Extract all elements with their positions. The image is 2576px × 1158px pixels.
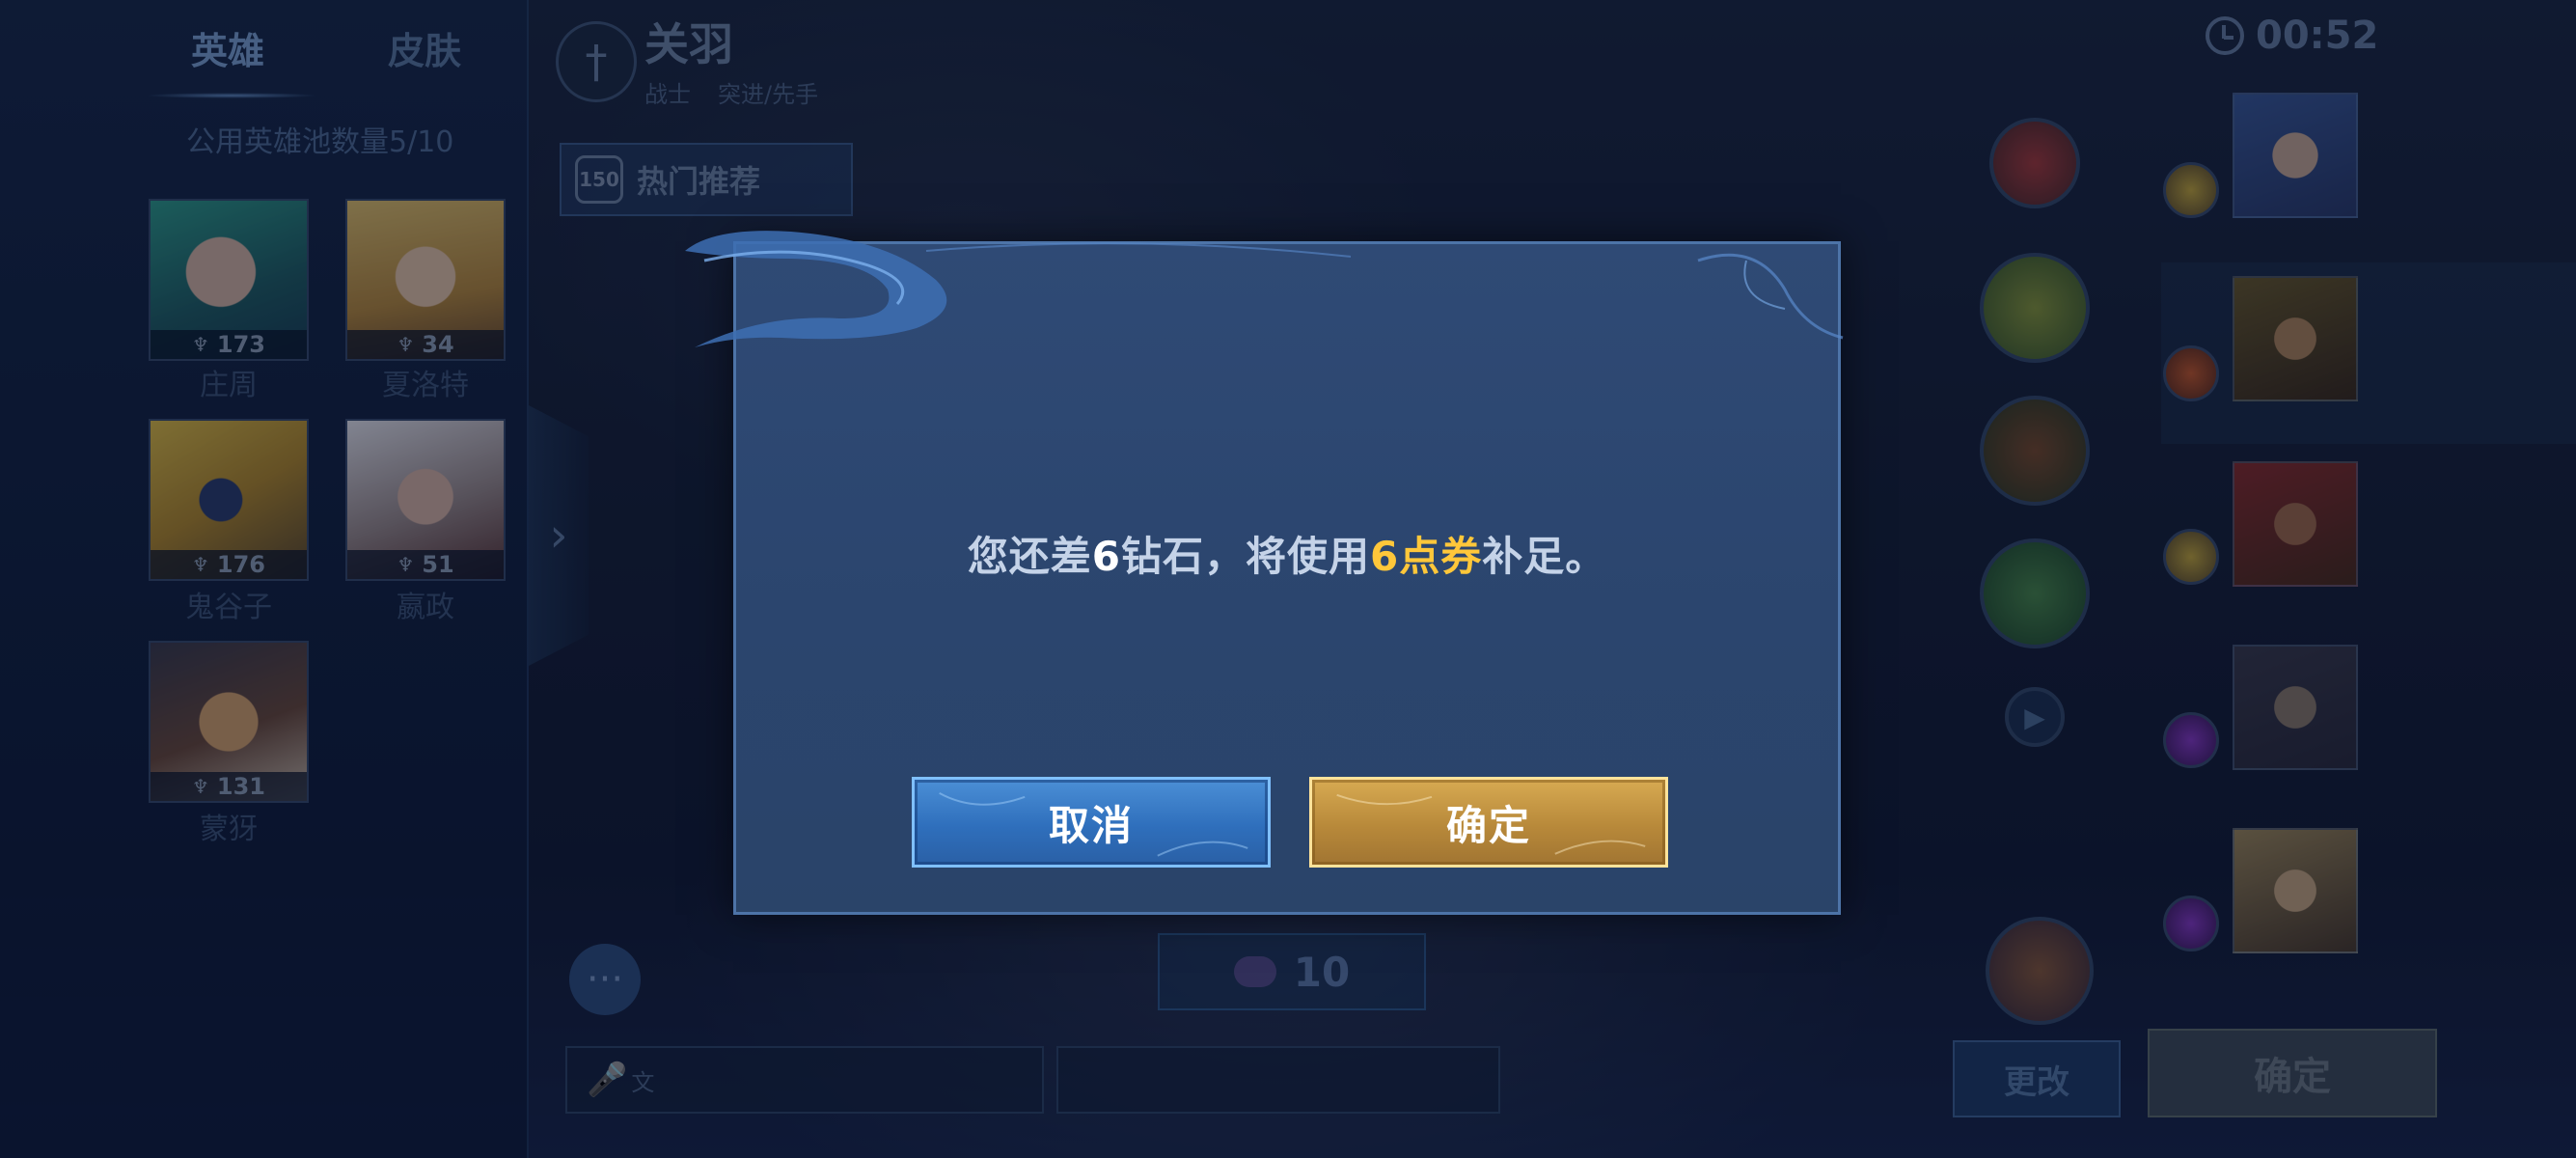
confirm-label: 确定 [1445,801,1531,849]
purchase-confirm-dialog: 您还差6钻石，将使用6点券补足。 取消 确定 [733,241,1841,915]
message-text: 钻石，将使用 [1120,533,1370,580]
cancel-button[interactable]: 取消 [912,777,1271,868]
diamond-shortfall: 6 [1091,533,1121,580]
confirm-button[interactable]: 确定 [1309,777,1668,868]
coupon-amount: 6点券 [1370,533,1483,580]
message-text: 补足。 [1482,533,1607,580]
cancel-label: 取消 [1048,801,1134,849]
dialog-message: 您还差6钻石，将使用6点券补足。 [736,524,1838,583]
message-text: 您还差 [967,533,1092,580]
